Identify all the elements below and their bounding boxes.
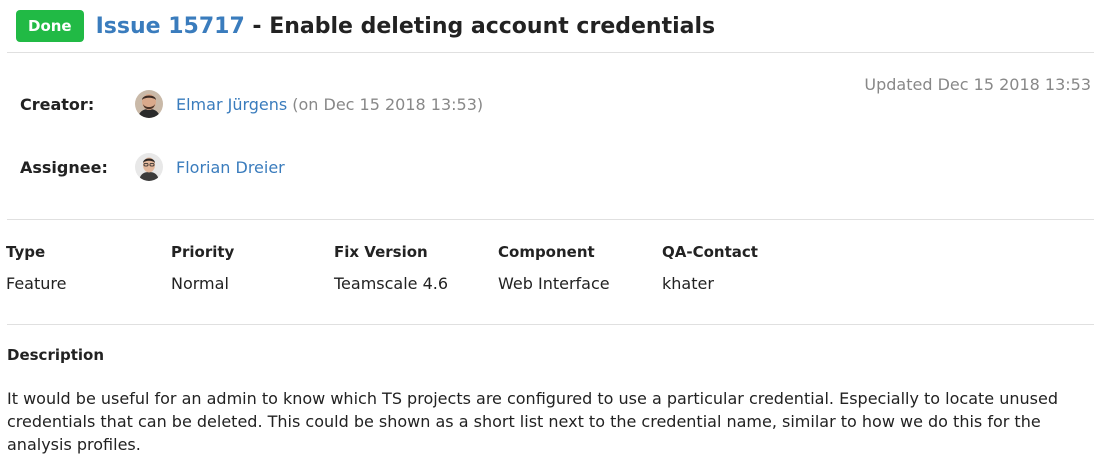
- field-value: Feature: [6, 274, 67, 293]
- issue-title: Issue 15717 - Enable deleting account cr…: [96, 14, 716, 39]
- header-divider: [7, 52, 1094, 53]
- description-text: It would be useful for an admin to know …: [7, 389, 1058, 454]
- creator-row: Creator: Elmar Jürgens (on Dec 15 2018 1…: [20, 90, 483, 118]
- field-label: Component: [498, 243, 595, 261]
- assignee-name[interactable]: Florian Dreier: [176, 158, 285, 177]
- assignee-avatar: [135, 153, 163, 181]
- creator-avatar: [135, 90, 163, 118]
- field-label: Priority: [171, 243, 235, 261]
- field-value: Web Interface: [498, 274, 610, 293]
- assignee-row: Assignee: Florian Dreier: [20, 153, 285, 181]
- creator-label: Creator:: [20, 94, 95, 114]
- avatar-photo-icon: [135, 153, 163, 181]
- creator-date: (on Dec 15 2018 13:53): [292, 94, 484, 114]
- field-fix-version: Fix Version Teamscale 4.6: [334, 242, 448, 294]
- assignee-label: Assignee:: [20, 157, 108, 177]
- issue-header: Done Issue 15717 - Enable deleting accou…: [16, 10, 715, 42]
- field-priority: Priority Normal: [171, 242, 234, 294]
- issue-title-text: Enable deleting account credentials: [269, 13, 716, 39]
- field-label: Fix Version: [334, 243, 428, 261]
- field-component: Component Web Interface: [498, 242, 610, 294]
- creator-name[interactable]: Elmar Jürgens: [176, 95, 287, 114]
- fields-divider: [7, 324, 1094, 325]
- field-type: Type Feature: [6, 242, 66, 294]
- field-value: khater: [662, 274, 714, 293]
- meta-divider: [7, 219, 1094, 220]
- field-value: Teamscale 4.6: [334, 274, 449, 293]
- issue-link[interactable]: Issue 15717: [96, 14, 245, 39]
- updated-timestamp: Updated Dec 15 2018 13:53: [864, 75, 1091, 94]
- field-value: Normal: [171, 274, 229, 293]
- description-heading: Description: [7, 346, 105, 364]
- status-badge: Done: [16, 10, 84, 42]
- title-separator: -: [244, 13, 270, 39]
- avatar-photo-icon: [135, 90, 163, 118]
- field-label: Type: [6, 243, 46, 261]
- field-label: QA-Contact: [662, 243, 758, 261]
- field-qa-contact: QA-Contact khater: [662, 242, 758, 294]
